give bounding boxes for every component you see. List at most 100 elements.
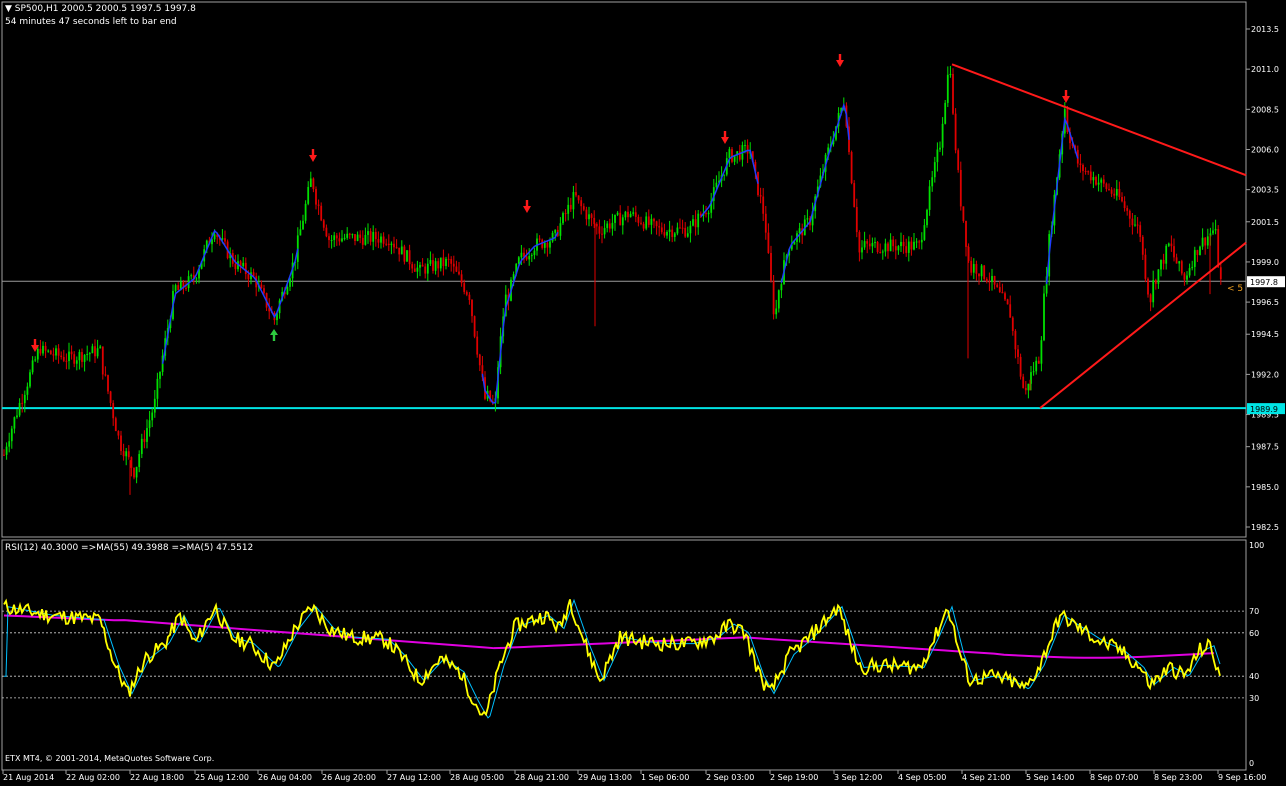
candle-body [616,212,619,215]
candle-body [107,375,109,392]
candle-body [645,216,648,229]
candle-body [653,218,655,222]
candle-body [941,123,944,148]
candle-body [374,231,377,240]
candle-body [315,189,317,205]
candle-body [361,237,364,245]
candle-body [328,236,330,241]
candle-body [140,438,143,454]
candle-body [666,231,668,236]
candle-body [114,418,117,432]
candle-body [62,357,65,361]
candle-body [408,250,411,265]
candle-body [637,216,640,223]
price-axis-label: 1999.0 [1251,258,1279,267]
candle-body [395,247,398,249]
candle-body [1014,330,1017,350]
price-axis-label: 2003.5 [1251,186,1279,195]
candle-body [1032,371,1035,373]
candle-body [707,212,710,215]
candle-body [1001,291,1004,294]
candle-body [850,152,853,184]
candle-body [926,209,928,226]
candle-body [190,275,193,277]
candle-body [104,374,107,376]
candle-body [887,243,889,252]
candle-body [640,222,642,224]
candle-body [559,223,562,236]
candle-body [1219,267,1222,280]
price-arrow-label: < 5 [1227,284,1243,294]
candle-body [343,237,346,239]
candle-body [1006,299,1009,305]
candle-body [998,287,1001,292]
candle-body [47,350,50,352]
candle-body [117,431,120,436]
candle-body [624,211,627,218]
candle-body [127,451,130,458]
candle-body [746,145,749,154]
candle-body [78,352,81,361]
candle-body [1017,349,1019,357]
price-axis-label: 1982.5 [1251,523,1279,532]
candle-body [411,264,414,269]
candle-body [49,350,52,355]
candle-body [244,262,247,275]
candle-body [55,348,57,356]
candle-body [1113,193,1116,196]
candle-body [577,195,580,201]
candle-body [525,256,528,260]
candle-body [309,178,312,187]
candle-body [759,195,762,197]
candle-body [780,284,783,291]
candle-body [588,214,590,220]
candle-body [668,229,671,232]
candle-body [156,378,159,399]
candle-body [528,255,531,260]
candle-body [569,204,572,210]
candle-body [346,233,349,238]
candle-body [1079,163,1082,165]
candle-body [738,151,741,160]
candle-body [546,242,549,248]
candle-body [432,260,434,271]
candle-body [920,239,923,243]
candle-body [29,372,31,387]
price-axis-label: 2006.0 [1251,145,1279,154]
candle-body [1160,259,1162,270]
candle-body [551,232,554,242]
candle-body [120,435,122,452]
candle-body [684,227,687,237]
time-axis-label: 29 Aug 13:00 [578,773,632,782]
chart-canvas[interactable]: 2013.5 2011.0 2008.5 2006.0 2003.5 2001.5 1999… [0,0,1286,786]
sell-signal-arrow-icon [721,131,729,144]
price-axis-label: 2011.0 [1251,65,1279,74]
candle-body [689,225,692,234]
price-axis-label: 2013.5 [1251,25,1279,34]
candle-body [377,239,380,243]
candle-body [944,102,947,124]
candle-body [468,294,471,300]
candle-body [242,262,245,267]
candle-body [892,239,895,247]
candle-body [1175,257,1178,264]
rsi-axis-label: 30 [1249,694,1259,703]
candle-body [520,252,523,258]
candle-body [1126,208,1129,211]
candle-body [952,73,954,114]
candle-body [42,345,44,354]
candle-body [1191,266,1194,269]
candle-body [445,258,447,267]
candle-body [549,241,551,248]
time-axis-label: 5 Sep 14:00 [1026,773,1074,782]
candle-body [993,276,996,285]
time-axis-label: 21 Aug 2014 [3,773,54,782]
candles-group [3,65,1222,495]
candle-body [1152,280,1155,303]
candle-body [81,352,83,362]
candle-body [148,420,151,429]
candle-body [1170,243,1173,247]
candle-body [1188,268,1191,276]
candle-body [1092,177,1095,181]
candle-body [1157,269,1160,284]
